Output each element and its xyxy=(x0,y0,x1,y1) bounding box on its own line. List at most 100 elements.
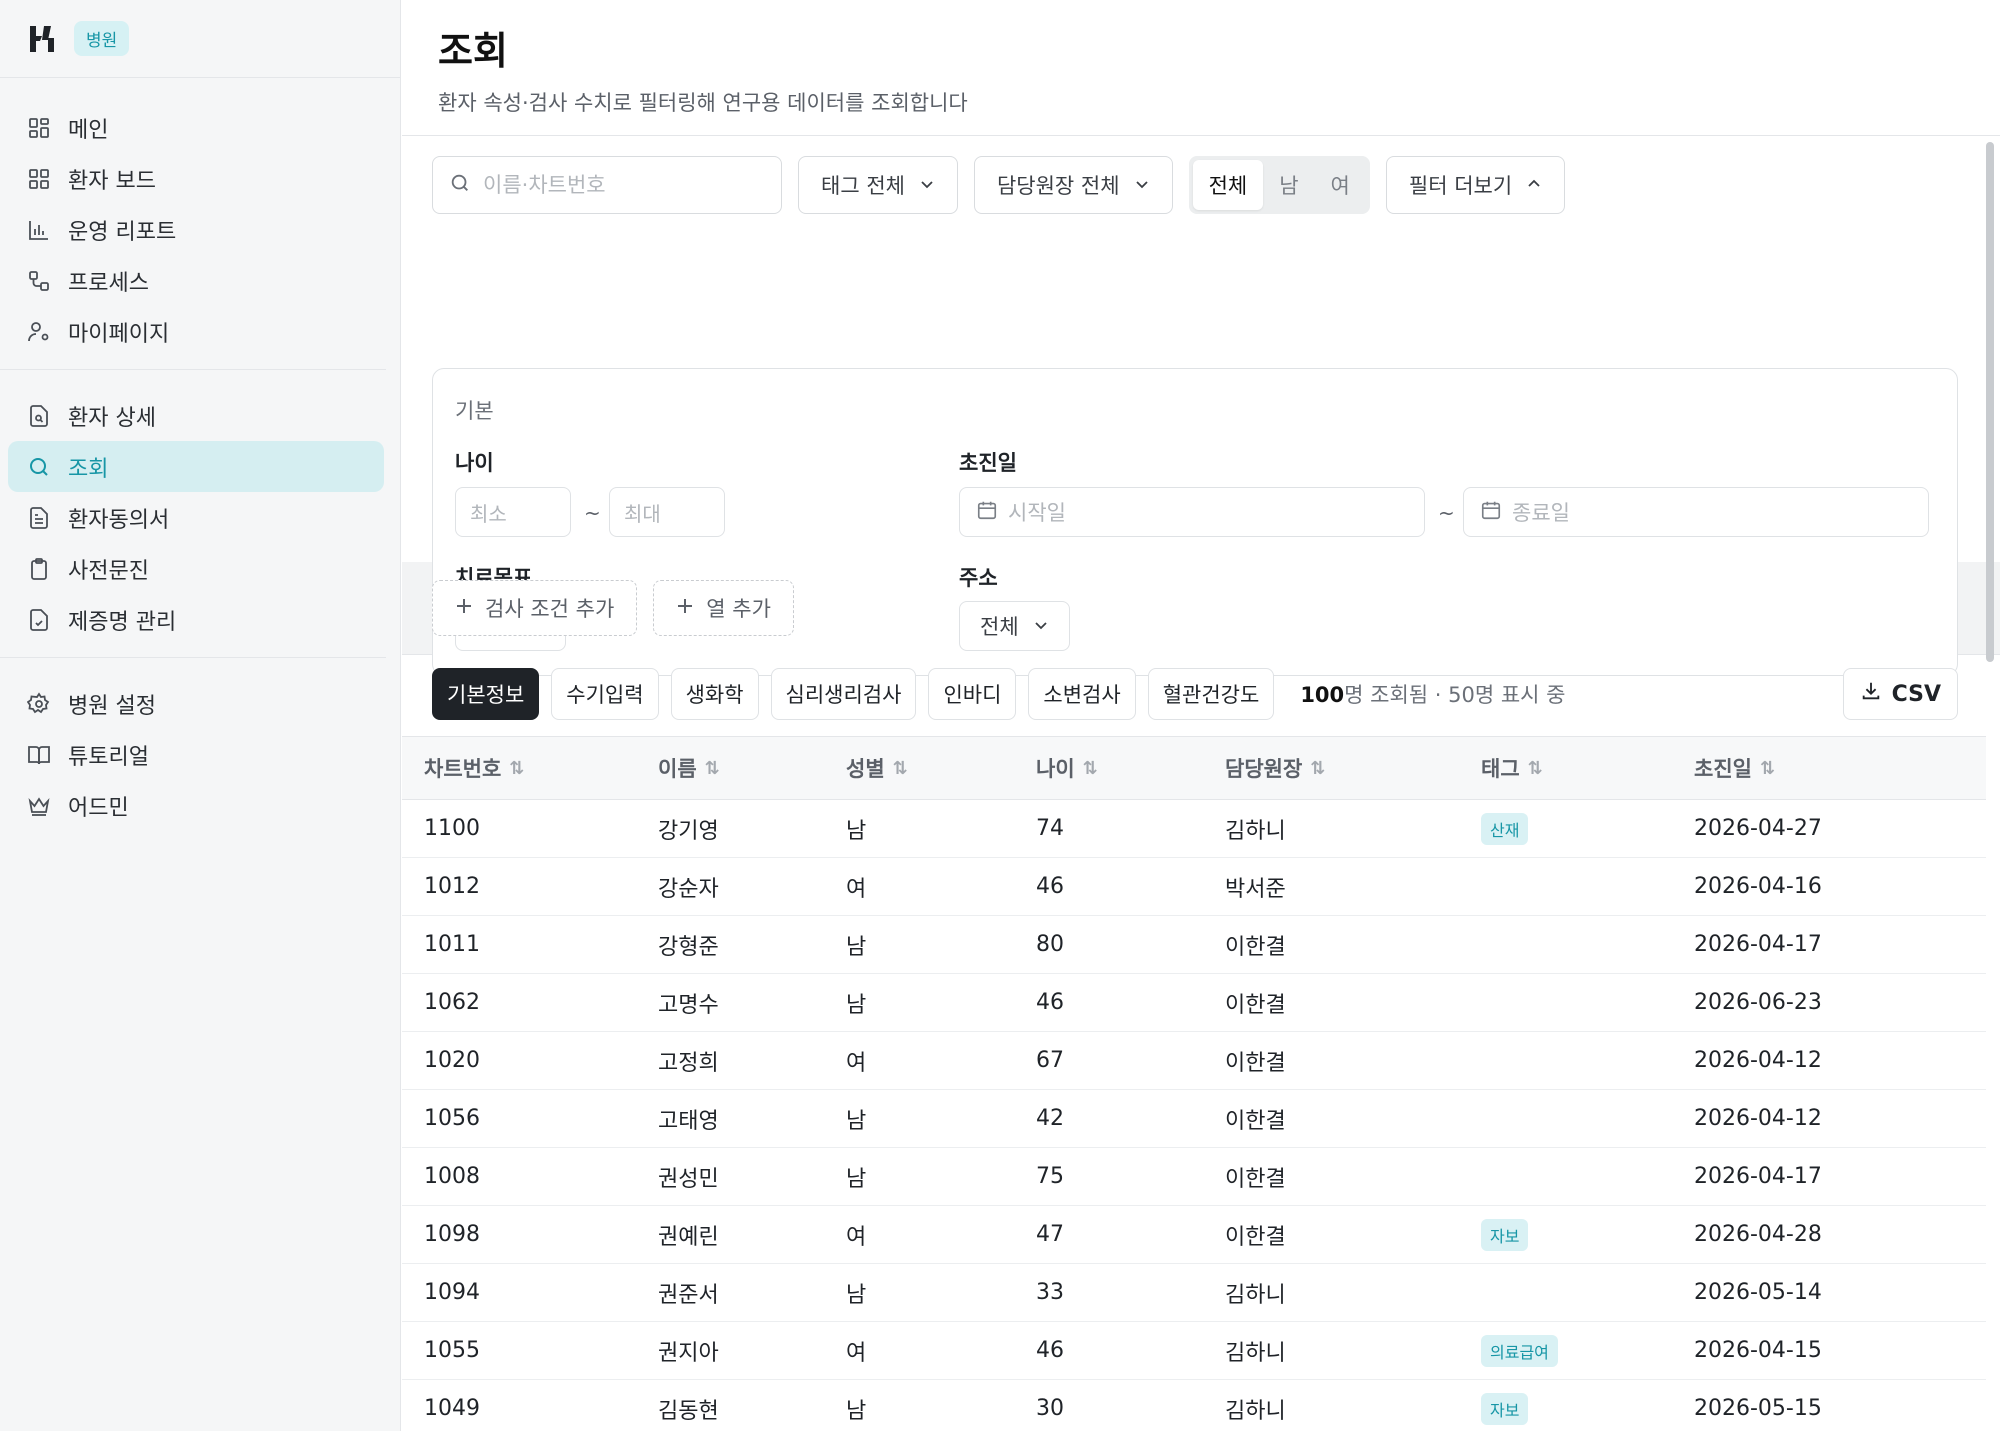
table-cell-name: 강기영 xyxy=(658,818,719,844)
tab-manual-input[interactable]: 수기입력 xyxy=(551,668,659,720)
more-filters-label: 필터 더보기 xyxy=(1408,174,1513,198)
logo-icon[interactable] xyxy=(26,22,58,56)
table-cell-name: 김동현 xyxy=(658,1398,719,1424)
column-header-gender[interactable]: 성별 ⇅ xyxy=(846,753,1036,783)
sidebar-item-main[interactable]: 메인 xyxy=(8,102,384,153)
table-row[interactable]: 1062 고명수 남 46 이한결 2026-06-23 xyxy=(402,974,1986,1032)
start-date-input[interactable]: 시작일 xyxy=(959,487,1425,537)
scrollbar[interactable] xyxy=(1986,142,1994,662)
sidebar-item-process[interactable]: 프로세스 xyxy=(8,255,384,306)
table-row[interactable]: 1020 고정희 여 67 이한결 2026-04-12 xyxy=(402,1032,1986,1090)
table-cell-gender: 남 xyxy=(846,1108,867,1134)
column-header-age[interactable]: 나이 ⇅ xyxy=(1036,753,1225,783)
table-cell-gender: 남 xyxy=(846,1398,867,1424)
sidebar-item-mypage[interactable]: 마이페이지 xyxy=(8,306,384,357)
sort-icon: ⇅ xyxy=(892,757,908,779)
table-cell-tag: 산재 xyxy=(1481,812,1694,845)
table-row[interactable]: 1098 권예린 여 47 이한결 자보 2026-04-28 xyxy=(402,1206,1986,1264)
table-cell-chart: 1098 xyxy=(424,1222,480,1247)
table-header: 차트번호 ⇅ 이름 ⇅ 성별 ⇅ 나이 ⇅ 담당원장 ⇅ 태그 ⇅ 초진일 ⇅ xyxy=(402,736,1986,800)
table-row[interactable]: 1049 김동현 남 30 김하니 자보 2026-05-15 xyxy=(402,1380,1986,1431)
column-header-name[interactable]: 이름 ⇅ xyxy=(658,753,846,783)
sidebar-item-label: 환자 상세 xyxy=(68,405,156,431)
table-cell-date: 2026-04-12 xyxy=(1694,1106,1822,1131)
sidebar-item-label: 사전문진 xyxy=(68,558,149,584)
chevron-down-icon xyxy=(1134,173,1150,197)
add-test-condition-button[interactable]: 검사 조건 추가 xyxy=(432,580,638,636)
search-input[interactable] xyxy=(483,173,753,197)
add-test-condition-label: 검사 조건 추가 xyxy=(485,597,615,621)
table-cell-age: 46 xyxy=(1036,1338,1064,1363)
plus-icon xyxy=(455,596,473,620)
sidebar-item-tutorial[interactable]: 튜토리얼 xyxy=(8,729,384,780)
result-count-suffix: 명 조회됨 · 50명 표시 중 xyxy=(1344,683,1566,707)
table-cell-name: 권준서 xyxy=(658,1282,719,1308)
age-min-input[interactable]: 최소 xyxy=(455,487,571,537)
more-filters-button[interactable]: 필터 더보기 xyxy=(1385,156,1566,214)
column-header-chart[interactable]: 차트번호 ⇅ xyxy=(402,753,658,783)
sidebar-item-admin[interactable]: 어드민 xyxy=(8,780,384,831)
age-max-input[interactable]: 최대 xyxy=(609,487,725,537)
add-column-button[interactable]: 열 추가 xyxy=(653,580,794,636)
column-header-doctor[interactable]: 담당원장 ⇅ xyxy=(1225,753,1481,783)
tab-inbody[interactable]: 인바디 xyxy=(928,668,1017,720)
sidebar-item-pre-exam[interactable]: 사전문진 xyxy=(8,543,384,594)
end-date-input[interactable]: 종료일 xyxy=(1463,487,1929,537)
condition-buttons: 검사 조건 추가 열 추가 xyxy=(432,580,794,636)
table-row[interactable]: 1012 강순자 여 46 박서준 2026-04-16 xyxy=(402,858,1986,916)
table-cell-tag: 의료급여 xyxy=(1481,1334,1694,1367)
flow-icon xyxy=(26,268,52,294)
gender-option-male[interactable]: 남 xyxy=(1263,160,1314,210)
tag-badge: 자보 xyxy=(1481,1392,1529,1425)
gender-option-all[interactable]: 전체 xyxy=(1192,160,1264,210)
sidebar-item-certificates[interactable]: 제증명 관리 xyxy=(8,594,384,645)
page-subtitle: 환자 속성·검사 수치로 필터링해 연구용 데이터를 조회합니다 xyxy=(438,91,968,115)
column-label: 나이 xyxy=(1036,757,1075,781)
table-cell-age: 67 xyxy=(1036,1048,1064,1073)
sidebar-item-patient-board[interactable]: 환자 보드 xyxy=(8,153,384,204)
sidebar-item-label: 환자 보드 xyxy=(68,168,156,194)
sidebar-item-report[interactable]: 운영 리포트 xyxy=(8,204,384,255)
sidebar-item-consent[interactable]: 환자동의서 xyxy=(8,492,384,543)
table-row[interactable]: 1056 고태영 남 42 이한결 2026-04-12 xyxy=(402,1090,1986,1148)
column-header-first-visit[interactable]: 초진일 ⇅ xyxy=(1694,753,1944,783)
search-box[interactable] xyxy=(432,156,782,214)
table-cell-chart: 1055 xyxy=(424,1338,480,1363)
sidebar-item-hospital-settings[interactable]: 병원 설정 xyxy=(8,678,384,729)
table-cell-gender: 여 xyxy=(846,876,867,902)
table-cell-age: 30 xyxy=(1036,1396,1064,1421)
tag-filter-select[interactable]: 태그 전체 xyxy=(798,156,958,214)
table-row[interactable]: 1094 권준서 남 33 김하니 2026-05-14 xyxy=(402,1264,1986,1322)
table-cell-doctor: 이한결 xyxy=(1225,1050,1286,1076)
csv-download-button[interactable]: CSV xyxy=(1842,668,1958,720)
table-row[interactable]: 1008 권성민 남 75 이한결 2026-04-17 xyxy=(402,1148,1986,1206)
table-cell-chart: 1094 xyxy=(424,1280,480,1305)
result-count-number: 100 xyxy=(1300,683,1345,707)
sidebar-item-patient-detail[interactable]: 환자 상세 xyxy=(8,390,384,441)
table-row[interactable]: 1011 강형준 남 80 이한결 2026-04-17 xyxy=(402,916,1986,974)
table-cell-chart: 1008 xyxy=(424,1164,480,1189)
gender-option-female[interactable]: 여 xyxy=(1315,160,1366,210)
tab-urinalysis[interactable]: 소변검사 xyxy=(1028,668,1136,720)
table-row[interactable]: 1100 강기영 남 74 김하니 산재 2026-04-27 xyxy=(402,800,1986,858)
end-date-placeholder: 종료일 xyxy=(1512,501,1570,525)
table-body: 1100 강기영 남 74 김하니 산재 2026-04-27 1012 강순자 여 46 박서준 20… xyxy=(402,800,1986,1431)
tab-psychophysiology[interactable]: 심리생리검사 xyxy=(770,668,917,720)
main-content: 조회 환자 속성·검사 수치로 필터링해 연구용 데이터를 조회합니다 태그 전… xyxy=(402,0,2000,1431)
table-cell-gender: 여 xyxy=(846,1224,867,1250)
tab-biochemistry[interactable]: 생화학 xyxy=(670,668,759,720)
column-header-tag[interactable]: 태그 ⇅ xyxy=(1481,753,1694,783)
table-cell-date: 2026-04-17 xyxy=(1694,932,1822,957)
doctor-filter-select[interactable]: 담당원장 전체 xyxy=(973,156,1173,214)
address-select[interactable]: 전체 xyxy=(959,601,1070,651)
table-cell-age: 74 xyxy=(1036,816,1064,841)
sidebar-item-label: 조회 xyxy=(68,456,109,482)
results-table: 차트번호 ⇅ 이름 ⇅ 성별 ⇅ 나이 ⇅ 담당원장 ⇅ 태그 ⇅ 초진일 ⇅ 1100 강기영… xyxy=(402,736,1986,1431)
table-cell-age: 33 xyxy=(1036,1280,1064,1305)
table-row[interactable]: 1055 권지아 여 46 김하니 의료급여 2026-04-15 xyxy=(402,1322,1986,1380)
tag-filter-label: 태그 전체 xyxy=(821,174,905,198)
tab-vascular-health[interactable]: 혈관건강도 xyxy=(1147,668,1275,720)
sidebar-item-query[interactable]: 조회 xyxy=(8,441,384,492)
tab-basic-info[interactable]: 기본정보 xyxy=(432,668,540,720)
table-cell-doctor: 이한결 xyxy=(1225,934,1286,960)
